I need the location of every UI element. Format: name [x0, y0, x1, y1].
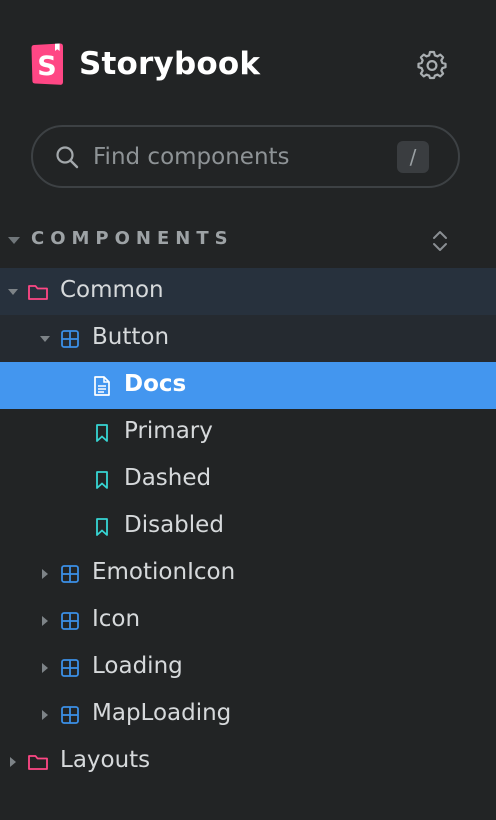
component-icon — [61, 659, 79, 677]
folder-icon — [28, 755, 48, 770]
tree-item-dashed[interactable]: Dashed — [0, 456, 496, 503]
bookmark-icon — [96, 471, 108, 489]
tree-item-label: Dashed — [124, 465, 212, 491]
tree-item-label: Disabled — [124, 512, 224, 538]
tree-item-emotionicon[interactable]: EmotionIcon — [0, 550, 496, 597]
search-box: / — [31, 125, 460, 188]
tree-item-icon[interactable]: Icon — [0, 597, 496, 644]
tree-item-label: Icon — [92, 606, 141, 632]
tree-item-label: EmotionIcon — [92, 559, 236, 585]
component-icon — [61, 330, 79, 348]
search-icon — [56, 146, 79, 169]
caret-right-icon — [42, 616, 48, 626]
tree-item-maploading[interactable]: MapLoading — [0, 691, 496, 738]
tree-item-label: Layouts — [60, 747, 151, 773]
tree-item-disabled[interactable]: Disabled — [0, 503, 496, 550]
component-icon — [61, 565, 79, 583]
brand-name: Storybook — [79, 46, 261, 82]
tree-item-label: Common — [60, 277, 164, 303]
caret-right-icon — [42, 569, 48, 579]
bookmark-icon — [96, 424, 108, 442]
brand[interactable]: S Storybook — [30, 42, 260, 86]
tree-item-label: Primary — [124, 418, 213, 444]
storybook-logo-icon: S — [31, 43, 63, 85]
caret-right-icon — [42, 663, 48, 673]
search-shortcut-key: / — [397, 141, 429, 173]
caret-down-icon — [8, 289, 18, 295]
tree-item-button[interactable]: Button — [0, 315, 496, 362]
tree-item-label: Loading — [92, 653, 183, 679]
storybook-sidebar: S Storybook / COMPONENTS — [0, 0, 496, 820]
component-icon — [61, 612, 79, 630]
tree-item-primary[interactable]: Primary — [0, 409, 496, 456]
caret-down-icon — [40, 336, 50, 342]
section-label: COMPONENTS — [31, 228, 234, 249]
component-icon — [61, 706, 79, 724]
caret-right-icon — [10, 757, 16, 767]
settings-button[interactable] — [414, 47, 450, 83]
folder-icon — [28, 285, 48, 300]
tree-item-layouts[interactable]: Layouts — [0, 738, 496, 785]
tree-item-label: Docs — [124, 371, 187, 397]
tree-item-label: MapLoading — [92, 700, 232, 726]
tree-item-loading[interactable]: Loading — [0, 644, 496, 691]
gear-icon — [417, 50, 447, 80]
bookmark-icon — [96, 518, 108, 536]
document-icon — [94, 376, 110, 396]
logo-letter: S — [37, 51, 56, 82]
caret-down-icon — [8, 237, 20, 244]
expand-collapse-icon[interactable] — [430, 228, 450, 254]
search-input[interactable] — [93, 139, 383, 175]
tree-item-docs[interactable]: Docs — [0, 362, 496, 409]
components-section-header[interactable]: COMPONENTS — [0, 224, 496, 258]
tree-item-common[interactable]: Common — [0, 268, 496, 315]
caret-right-icon — [42, 710, 48, 720]
tree-item-label: Button — [92, 324, 170, 350]
